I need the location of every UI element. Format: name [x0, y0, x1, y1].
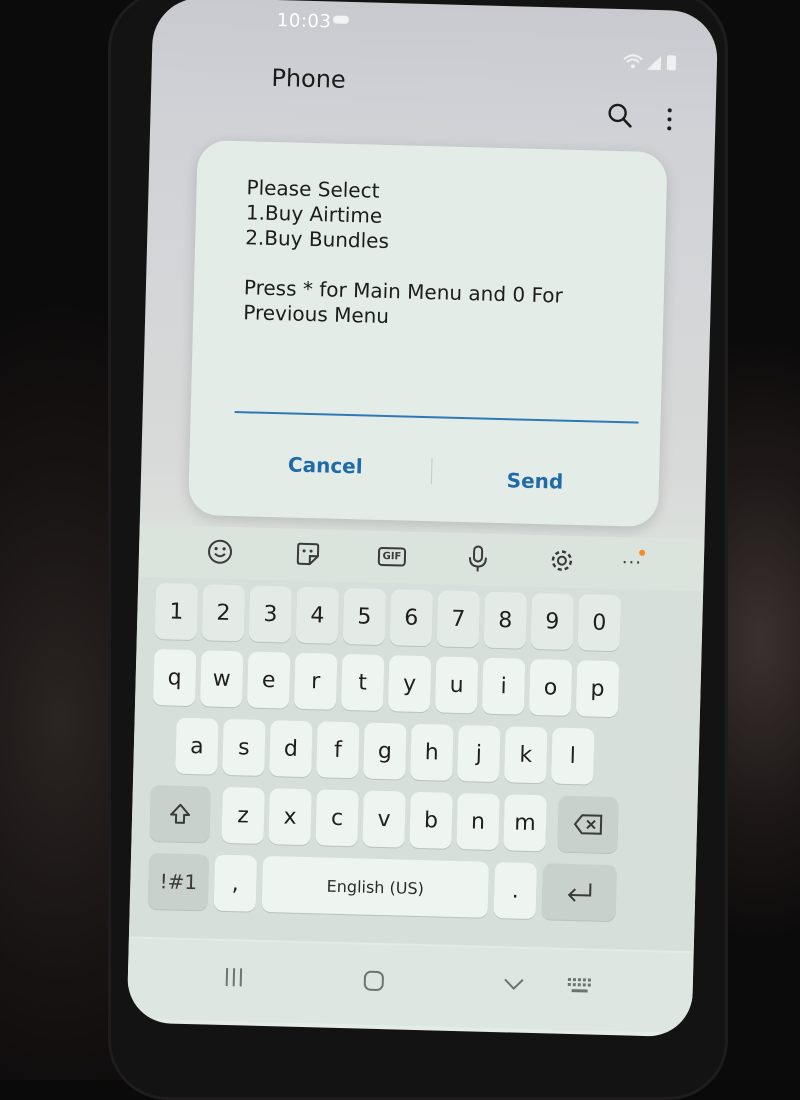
letter-key-x[interactable]: x [268, 788, 311, 845]
number-key-9[interactable]: 9 [531, 593, 574, 650]
letter-key-s[interactable]: s [222, 719, 265, 776]
keyboard-row-3: zxcvbnm [131, 785, 697, 860]
number-key-2[interactable]: 2 [202, 584, 245, 641]
letter-key-m[interactable]: m [503, 794, 546, 851]
send-button[interactable]: Send [434, 458, 635, 503]
backspace-icon [573, 813, 604, 836]
battery-icon [667, 55, 676, 70]
ussd-message: Please Select 1.Buy Airtime 2.Buy Bundle… [243, 175, 647, 335]
keyboard-row-2: asdfghjkl [133, 717, 699, 792]
backspace-key[interactable] [557, 796, 618, 854]
number-key-8[interactable]: 8 [484, 592, 527, 649]
number-key-5[interactable]: 5 [343, 588, 386, 645]
recent-apps-icon[interactable] [213, 957, 254, 998]
letter-key-t[interactable]: t [341, 654, 384, 711]
more-options-button[interactable] [664, 108, 675, 138]
letter-key-v[interactable]: v [362, 791, 405, 848]
letter-key-w[interactable]: w [200, 650, 243, 707]
number-key-7[interactable]: 7 [437, 590, 480, 647]
home-icon[interactable] [353, 960, 394, 1001]
keyboard-bottom-row: !#1 , English (US) . [130, 852, 696, 927]
back-icon[interactable] [493, 964, 534, 1005]
more-horizontal-icon[interactable]: ··· [616, 547, 647, 578]
shift-icon [168, 801, 193, 826]
cancel-button[interactable]: Cancel [225, 443, 426, 488]
letter-key-j[interactable]: j [457, 725, 500, 782]
number-key-4[interactable]: 4 [296, 587, 339, 644]
letter-key-q[interactable]: q [153, 649, 196, 706]
letter-key-o[interactable]: o [529, 659, 572, 716]
enter-icon [564, 881, 595, 904]
gif-icon[interactable]: GIF [377, 541, 408, 572]
letter-key-z[interactable]: z [221, 787, 264, 844]
more-vertical-icon [668, 108, 672, 112]
app-title: Phone [271, 64, 346, 94]
period-key[interactable]: . [494, 862, 537, 919]
sticker-icon[interactable] [293, 539, 324, 570]
letter-key-a[interactable]: a [175, 718, 218, 775]
keyboard-toggle-icon[interactable] [559, 966, 600, 1007]
emoji-icon[interactable] [205, 536, 236, 567]
phone-screen: 10:03 Phone Please Select 1.Buy Airtime … [127, 0, 719, 1037]
symbols-key[interactable]: !#1 [148, 853, 209, 911]
letter-key-g[interactable]: g [363, 723, 406, 780]
keyboard-row-1: qwertyuiop [135, 649, 701, 724]
ussd-dialog: Please Select 1.Buy Airtime 2.Buy Bundle… [188, 140, 668, 527]
letter-key-b[interactable]: b [409, 792, 452, 849]
letter-key-i[interactable]: i [482, 658, 525, 715]
number-key-1[interactable]: 1 [155, 583, 198, 640]
search-button[interactable] [605, 101, 636, 132]
keyboard-number-row: 1234567890 [137, 583, 703, 658]
letter-key-u[interactable]: u [435, 656, 478, 713]
search-icon [605, 101, 636, 132]
ussd-response-input[interactable] [235, 381, 640, 424]
navigation-bar [127, 938, 694, 1033]
settings-icon[interactable] [547, 545, 578, 576]
microphone-icon[interactable] [463, 543, 494, 574]
comma-key[interactable]: , [214, 855, 257, 912]
wifi-icon [623, 53, 643, 70]
letter-key-r[interactable]: r [294, 653, 337, 710]
letter-key-h[interactable]: h [410, 724, 453, 781]
signal-icon [647, 56, 661, 70]
letter-key-d[interactable]: d [269, 720, 312, 777]
letter-key-k[interactable]: k [504, 726, 547, 783]
number-key-3[interactable]: 3 [249, 586, 292, 643]
letter-key-c[interactable]: c [315, 789, 358, 846]
space-key[interactable]: English (US) [262, 856, 489, 918]
letter-key-e[interactable]: e [247, 651, 290, 708]
letter-key-n[interactable]: n [456, 793, 499, 850]
number-key-6[interactable]: 6 [390, 589, 433, 646]
number-key-0[interactable]: 0 [578, 594, 621, 651]
letter-key-l[interactable]: l [551, 727, 594, 784]
gif-label: GIF [377, 546, 406, 566]
keyboard: 1234567890 qwertyuiop asdfghjkl zxcvbnm … [129, 577, 703, 952]
cloud-icon [333, 15, 349, 23]
letter-key-p[interactable]: p [576, 660, 619, 717]
status-time: 10:03 [277, 10, 332, 32]
letter-key-y[interactable]: y [388, 655, 431, 712]
notification-dot [639, 550, 645, 556]
shift-key[interactable] [149, 785, 210, 843]
button-divider [431, 458, 433, 484]
enter-key[interactable] [542, 863, 617, 921]
letter-key-f[interactable]: f [316, 721, 359, 778]
status-icons [623, 53, 687, 73]
